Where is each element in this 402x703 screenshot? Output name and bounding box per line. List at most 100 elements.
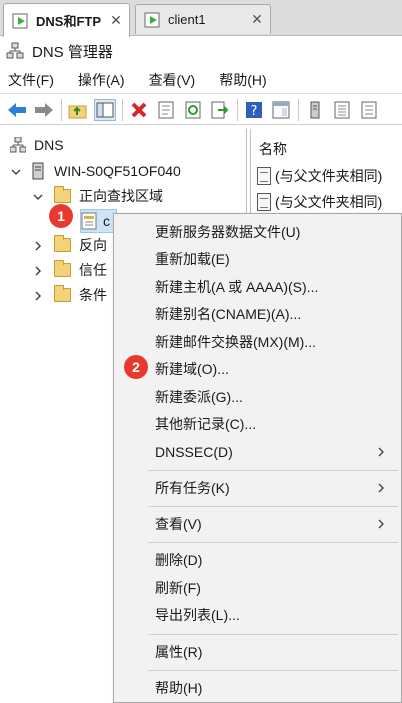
console-view-icon[interactable] bbox=[270, 99, 292, 121]
menu-item-update-server-data-file[interactable]: 更新服务器数据文件(U) bbox=[114, 220, 401, 244]
menu-item-new-alias[interactable]: 新建别名(CNAME)(A)... bbox=[114, 302, 401, 326]
up-folder-icon[interactable] bbox=[67, 99, 89, 121]
menu-item-delete[interactable]: 删除(D) bbox=[114, 548, 401, 572]
tree-item-label: 正向查找区域 bbox=[79, 188, 163, 204]
vm-console-icon bbox=[12, 12, 30, 30]
menu-action[interactable]: 操作(A) bbox=[78, 70, 125, 90]
menu-item-new-mail-exchanger[interactable]: 新建邮件交换器(MX)(M)... bbox=[114, 330, 401, 354]
menu-item-properties[interactable]: 属性(R) bbox=[114, 640, 401, 664]
menu-separator bbox=[148, 634, 398, 635]
export-list-icon[interactable] bbox=[209, 99, 231, 121]
menu-file[interactable]: 文件(F) bbox=[8, 70, 54, 90]
toolbar-separator bbox=[298, 98, 299, 121]
back-icon[interactable] bbox=[6, 99, 28, 121]
menu-item-export-list[interactable]: 导出列表(L)... bbox=[114, 603, 401, 627]
list-item[interactable]: (与父文件夹相同) bbox=[257, 165, 382, 187]
records-icon[interactable] bbox=[331, 99, 353, 121]
menu-item-new-host[interactable]: 新建主机(A 或 AAAA)(S)... bbox=[114, 275, 401, 299]
list-item-label: (与父文件夹相同) bbox=[275, 168, 383, 184]
vm-console-icon bbox=[144, 11, 162, 29]
toolbar-separator bbox=[122, 98, 123, 121]
folder-icon bbox=[54, 285, 71, 302]
folder-icon bbox=[54, 235, 71, 252]
menu-item-label: 刷新(F) bbox=[155, 580, 201, 596]
tree-item-label: 反向 bbox=[79, 237, 107, 253]
delete-icon[interactable] bbox=[128, 99, 150, 121]
chevron-right-icon bbox=[377, 481, 385, 493]
menu-separator bbox=[148, 506, 398, 507]
menu-item-label: 其他新记录(C)... bbox=[155, 416, 257, 432]
tree-item-label: c bbox=[103, 213, 110, 229]
chevron-right-icon bbox=[377, 445, 385, 457]
refresh-icon[interactable] bbox=[182, 99, 204, 121]
menu-separator bbox=[148, 542, 398, 543]
menu-item-label: 新建主机(A 或 AAAA)(S)... bbox=[155, 279, 319, 295]
menu-item-label: 所有任务(K) bbox=[155, 480, 230, 496]
menu-item-label: 重新加载(E) bbox=[155, 251, 230, 267]
tree-item-server[interactable]: WIN-S0QF51OF040 bbox=[10, 159, 181, 183]
menu-item-label: 更新服务器数据文件(U) bbox=[155, 224, 301, 240]
context-menu: 更新服务器数据文件(U) 重新加载(E) 新建主机(A 或 AAAA)(S)..… bbox=[113, 213, 402, 703]
menu-item-other-new-records[interactable]: 其他新记录(C)... bbox=[114, 412, 401, 436]
dns-manager-icon bbox=[6, 42, 24, 60]
dns-manager-icon bbox=[9, 136, 27, 153]
record-icon bbox=[257, 193, 271, 211]
list-item[interactable]: (与父文件夹相同) bbox=[257, 191, 382, 213]
window-title-bar: DNS 管理器 bbox=[0, 37, 402, 65]
menu-item-label: 新建别名(CNAME)(A)... bbox=[155, 306, 302, 322]
menu-item-label: 查看(V) bbox=[155, 516, 202, 532]
chevron-right-icon[interactable] bbox=[32, 289, 44, 301]
tab-client1[interactable]: client1 ✕ bbox=[135, 4, 271, 34]
tree-item-label: WIN-S0QF51OF040 bbox=[54, 163, 181, 179]
help-icon[interactable]: ? bbox=[243, 99, 265, 121]
svg-text:?: ? bbox=[251, 104, 258, 119]
menu-help[interactable]: 帮助(H) bbox=[219, 70, 266, 90]
menu-item-refresh[interactable]: 刷新(F) bbox=[114, 576, 401, 600]
chevron-right-icon[interactable] bbox=[32, 264, 44, 276]
menu-item-label: 属性(R) bbox=[155, 644, 203, 660]
record-icon bbox=[257, 167, 271, 185]
menu-item-all-tasks[interactable]: 所有任务(K) bbox=[114, 476, 401, 500]
menu-separator bbox=[148, 670, 398, 671]
tab-dns-ftp[interactable]: DNS和FTP ✕ bbox=[3, 3, 130, 37]
tree-item-label: 条件 bbox=[79, 287, 107, 303]
menu-item-label: 帮助(H) bbox=[155, 680, 203, 696]
tree-item-reverse-zone[interactable]: 反向 bbox=[32, 233, 107, 257]
step-badge-1: 1 bbox=[49, 204, 73, 228]
step-badge-2: 2 bbox=[124, 355, 148, 379]
properties-icon[interactable] bbox=[155, 99, 177, 121]
tree-item-zone-selected[interactable]: c bbox=[80, 209, 117, 233]
folder-icon bbox=[54, 260, 71, 277]
menu-item-new-domain[interactable]: 新建域(O)... bbox=[114, 357, 401, 381]
chevron-down-icon[interactable] bbox=[10, 165, 22, 177]
column-header-name[interactable]: 名称 bbox=[259, 139, 287, 159]
list-item-label: (与父文件夹相同) bbox=[275, 194, 383, 210]
show-hide-tree-icon[interactable] bbox=[94, 98, 116, 121]
menu-separator bbox=[148, 470, 398, 471]
tree-item-conditional-forwarders[interactable]: 条件 bbox=[32, 283, 107, 307]
chevron-right-icon[interactable] bbox=[32, 239, 44, 251]
tab-strip: DNS和FTP ✕ client1 ✕ bbox=[0, 0, 402, 37]
menu-item-new-delegation[interactable]: 新建委派(G)... bbox=[114, 385, 401, 409]
tree-item-forward-zone[interactable]: 正向查找区域 bbox=[32, 184, 163, 208]
menu-bar: 文件(F) 操作(A) 查看(V) 帮助(H) bbox=[0, 66, 402, 94]
close-icon[interactable]: ✕ bbox=[248, 11, 266, 28]
chevron-down-icon[interactable] bbox=[32, 190, 44, 202]
menu-item-view[interactable]: 查看(V) bbox=[114, 512, 401, 536]
tree-item-dns[interactable]: DNS bbox=[9, 133, 64, 157]
toolbar-separator bbox=[61, 98, 62, 121]
menu-item-help[interactable]: 帮助(H) bbox=[114, 676, 401, 700]
zone-icon[interactable] bbox=[358, 99, 380, 121]
server-icon[interactable] bbox=[304, 99, 326, 121]
toolbar-separator bbox=[237, 98, 238, 121]
folder-icon bbox=[54, 186, 71, 203]
menu-item-label: 新建域(O)... bbox=[155, 361, 229, 377]
forward-icon[interactable] bbox=[33, 99, 55, 121]
menu-item-dnssec[interactable]: DNSSEC(D) bbox=[114, 440, 401, 464]
tree-item-trust-points[interactable]: 信任 bbox=[32, 258, 107, 282]
toolbar: ? bbox=[0, 95, 402, 125]
tab-label: DNS和FTP bbox=[36, 14, 102, 29]
menu-view[interactable]: 查看(V) bbox=[149, 70, 196, 90]
menu-item-reload[interactable]: 重新加载(E) bbox=[114, 247, 401, 271]
close-icon[interactable]: ✕ bbox=[107, 12, 125, 29]
